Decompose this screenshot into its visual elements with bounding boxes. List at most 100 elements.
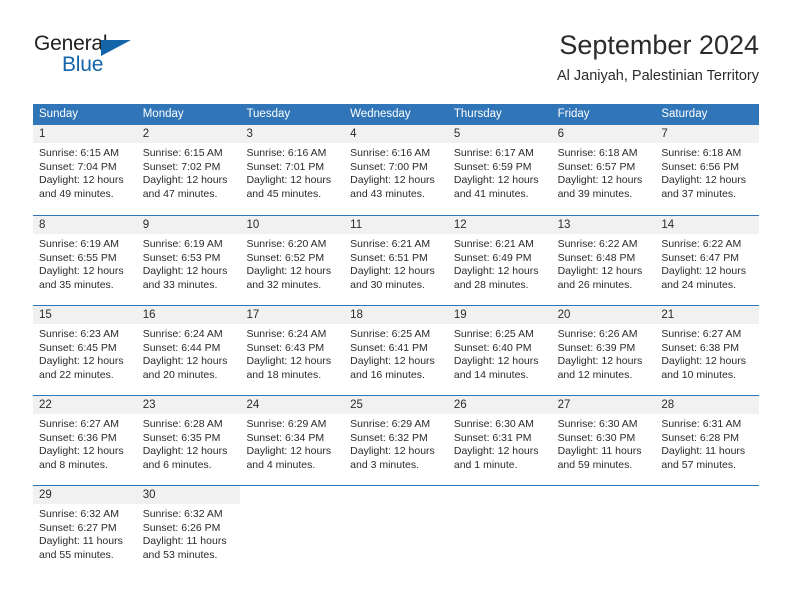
calendar-day-cell[interactable]: 11 Sunrise: 6:21 AM Sunset: 6:51 PM Dayligh… (344, 216, 448, 305)
day-number-strip: 23 (136, 396, 241, 414)
weekday-tuesday: Tuesday (246, 108, 291, 120)
calendar-day-cell[interactable]: 27 Sunrise: 6:30 AM Sunset: 6:30 PM Dayligh… (551, 396, 656, 485)
calendar-day-cell[interactable]: 7 Sunrise: 6:18 AM Sunset: 6:56 PM Daylight… (655, 125, 760, 215)
day-number-strip: 20 (551, 306, 656, 324)
daylight-text-line1: Daylight: 12 hours (453, 174, 539, 187)
sunset-text: Sunset: 6:26 PM (142, 521, 221, 534)
sunset-text: Sunset: 6:48 PM (557, 251, 636, 264)
day-details: Sunrise: 6:25 AM Sunset: 6:41 PM Daylight:… (344, 324, 448, 382)
calendar-day-cell[interactable]: 5 Sunrise: 6:17 AM Sunset: 6:59 PM Daylight… (447, 125, 552, 215)
day-details: Sunrise: 6:27 AM Sunset: 6:36 PM Daylight:… (33, 414, 137, 472)
calendar-day-cell[interactable]: 2 Sunrise: 6:15 AM Sunset: 7:02 PM Daylight… (136, 125, 241, 215)
weekday-header-row: Sunday Monday Tuesday Wednesday Thursday… (33, 104, 759, 125)
generalblue-logo[interactable]: General Blue (33, 32, 233, 88)
daylight-text-line1: Daylight: 12 hours (350, 265, 435, 278)
calendar-day-cell[interactable]: 15 Sunrise: 6:23 AM Sunset: 6:45 PM Dayligh… (33, 306, 137, 395)
sunset-text: Sunset: 6:59 PM (453, 160, 532, 173)
calendar-day-cell[interactable]: 28 Sunrise: 6:31 AM Sunset: 6:28 PM Dayligh… (655, 396, 760, 485)
calendar-day-cell[interactable]: 3 Sunrise: 6:16 AM Sunset: 7:01 PM Daylight… (240, 125, 345, 215)
day-number: 13 (557, 219, 571, 231)
daylight-text-line1: Daylight: 12 hours (350, 445, 435, 458)
sunset-text: Sunset: 6:49 PM (453, 251, 532, 264)
sunset-text: Sunset: 6:41 PM (350, 341, 428, 354)
daylight-text-line1: Daylight: 12 hours (142, 265, 228, 278)
calendar-day-cell[interactable]: 4 Sunrise: 6:16 AM Sunset: 7:00 PM Daylight… (344, 125, 448, 215)
calendar-day-cell[interactable]: 9 Sunrise: 6:19 AM Sunset: 6:53 PM Daylight… (136, 216, 241, 305)
calendar-day-cell[interactable]: 29 Sunrise: 6:32 AM Sunset: 6:27 PM Dayligh… (33, 486, 137, 575)
daylight-text-line2: and 12 minutes. (557, 368, 633, 381)
calendar-day-cell[interactable]: 8 Sunrise: 6:19 AM Sunset: 6:55 PM Daylight… (33, 216, 137, 305)
day-details: Sunrise: 6:29 AM Sunset: 6:32 PM Daylight:… (344, 414, 448, 472)
daylight-text-line2: and 18 minutes. (246, 368, 322, 381)
day-number: 3 (246, 128, 253, 140)
sunset-text: Sunset: 6:55 PM (39, 251, 117, 264)
day-details: Sunrise: 6:16 AM Sunset: 7:01 PM Daylight:… (240, 143, 344, 201)
calendar-day-cell[interactable]: 21 Sunrise: 6:27 AM Sunset: 6:38 PM Dayligh… (655, 306, 760, 395)
sunrise-text: Sunrise: 6:32 AM (39, 508, 119, 520)
calendar-day-cell[interactable]: 17 Sunrise: 6:24 AM Sunset: 6:43 PM Dayligh… (240, 306, 345, 395)
calendar-day-cell-empty (551, 486, 656, 575)
day-number: 7 (661, 128, 668, 140)
day-number: 8 (39, 219, 46, 231)
day-details: Sunrise: 6:23 AM Sunset: 6:45 PM Daylight:… (33, 324, 137, 382)
daylight-text-line2: and 55 minutes. (39, 548, 114, 561)
sunrise-text: Sunrise: 6:18 AM (557, 147, 638, 159)
daylight-text-line1: Daylight: 12 hours (557, 174, 643, 187)
calendar-day-cell[interactable]: 20 Sunrise: 6:26 AM Sunset: 6:39 PM Dayligh… (551, 306, 656, 395)
daylight-text-line2: and 30 minutes. (350, 278, 425, 291)
calendar-day-cell[interactable]: 12 Sunrise: 6:21 AM Sunset: 6:49 PM Dayligh… (447, 216, 552, 305)
daylight-text-line2: and 1 minute. (453, 458, 518, 471)
day-number: 18 (350, 309, 363, 321)
daylight-text-line2: and 10 minutes. (661, 368, 737, 381)
daylight-text-line2: and 39 minutes. (557, 187, 633, 200)
day-number-strip: 24 (240, 396, 345, 414)
logo-text-blue: Blue (62, 53, 104, 76)
day-number-strip: 14 (655, 216, 760, 234)
day-number-strip: 1 (33, 125, 137, 143)
daylight-text-line2: and 4 minutes. (246, 458, 316, 471)
title-block: September 2024 Al Janiyah, Palestinian T… (557, 28, 759, 86)
calendar-day-cell[interactable]: 26 Sunrise: 6:30 AM Sunset: 6:31 PM Dayligh… (447, 396, 552, 485)
calendar-day-cell[interactable]: 24 Sunrise: 6:29 AM Sunset: 6:34 PM Dayligh… (240, 396, 345, 485)
calendar-day-cell[interactable]: 6 Sunrise: 6:18 AM Sunset: 6:57 PM Daylight… (551, 125, 656, 215)
calendar-day-cell[interactable]: 22 Sunrise: 6:27 AM Sunset: 6:36 PM Dayligh… (33, 396, 137, 485)
calendar-day-cell[interactable]: 25 Sunrise: 6:29 AM Sunset: 6:32 PM Dayligh… (344, 396, 448, 485)
sunrise-text: Sunrise: 6:29 AM (246, 418, 327, 430)
sunset-text: Sunset: 6:32 PM (350, 431, 428, 444)
weekday-friday: Friday (557, 108, 590, 120)
day-number: 28 (661, 399, 675, 411)
calendar-day-cell[interactable]: 10 Sunrise: 6:20 AM Sunset: 6:52 PM Dayligh… (240, 216, 345, 305)
day-details: Sunrise: 6:24 AM Sunset: 6:44 PM Daylight:… (137, 324, 241, 382)
calendar-day-cell[interactable]: 1 Sunrise: 6:15 AM Sunset: 7:04 PM Daylight… (33, 125, 137, 215)
daylight-text-line1: Daylight: 11 hours (39, 535, 123, 548)
daylight-text-line2: and 43 minutes. (350, 187, 425, 200)
calendar-day-cell[interactable]: 19 Sunrise: 6:25 AM Sunset: 6:40 PM Dayligh… (447, 306, 552, 395)
calendar-grid: Sunday Monday Tuesday Wednesday Thursday… (33, 104, 760, 575)
calendar-day-cell[interactable]: 30 Sunrise: 6:32 AM Sunset: 6:26 PM Dayligh… (136, 486, 241, 575)
calendar-day-cell[interactable]: 23 Sunrise: 6:28 AM Sunset: 6:35 PM Dayligh… (136, 396, 241, 485)
daylight-text-line2: and 8 minutes. (39, 458, 108, 471)
day-details: Sunrise: 6:27 AM Sunset: 6:38 PM Daylight:… (655, 324, 759, 382)
daylight-text-line1: Daylight: 12 hours (142, 174, 228, 187)
day-number-strip: 30 (136, 486, 241, 504)
day-number: 15 (39, 309, 52, 321)
day-number-strip: 26 (447, 396, 552, 414)
sunrise-text: Sunrise: 6:31 AM (661, 418, 742, 430)
day-number: 30 (142, 489, 156, 501)
sunset-text: Sunset: 6:57 PM (557, 160, 636, 173)
calendar-week-row: 15 Sunrise: 6:23 AM Sunset: 6:45 PM Dayligh… (33, 305, 760, 395)
sunset-text: Sunset: 6:38 PM (661, 341, 739, 354)
calendar-day-cell[interactable]: 14 Sunrise: 6:22 AM Sunset: 6:47 PM Dayligh… (655, 216, 760, 305)
calendar-day-cell[interactable]: 18 Sunrise: 6:25 AM Sunset: 6:41 PM Dayligh… (344, 306, 448, 395)
calendar-day-cell[interactable]: 13 Sunrise: 6:22 AM Sunset: 6:48 PM Dayligh… (551, 216, 656, 305)
day-number: 27 (557, 399, 571, 411)
sunset-text: Sunset: 6:53 PM (142, 251, 221, 264)
day-number-strip: 28 (655, 396, 760, 414)
daylight-text-line1: Daylight: 12 hours (39, 174, 124, 187)
daylight-text-line1: Daylight: 12 hours (246, 265, 332, 278)
day-number-strip: 3 (240, 125, 345, 143)
day-details: Sunrise: 6:26 AM Sunset: 6:39 PM Daylight:… (552, 324, 656, 382)
day-details: Sunrise: 6:30 AM Sunset: 6:31 PM Daylight:… (448, 414, 552, 472)
sunset-text: Sunset: 6:52 PM (246, 251, 325, 264)
calendar-day-cell[interactable]: 16 Sunrise: 6:24 AM Sunset: 6:44 PM Dayligh… (136, 306, 241, 395)
